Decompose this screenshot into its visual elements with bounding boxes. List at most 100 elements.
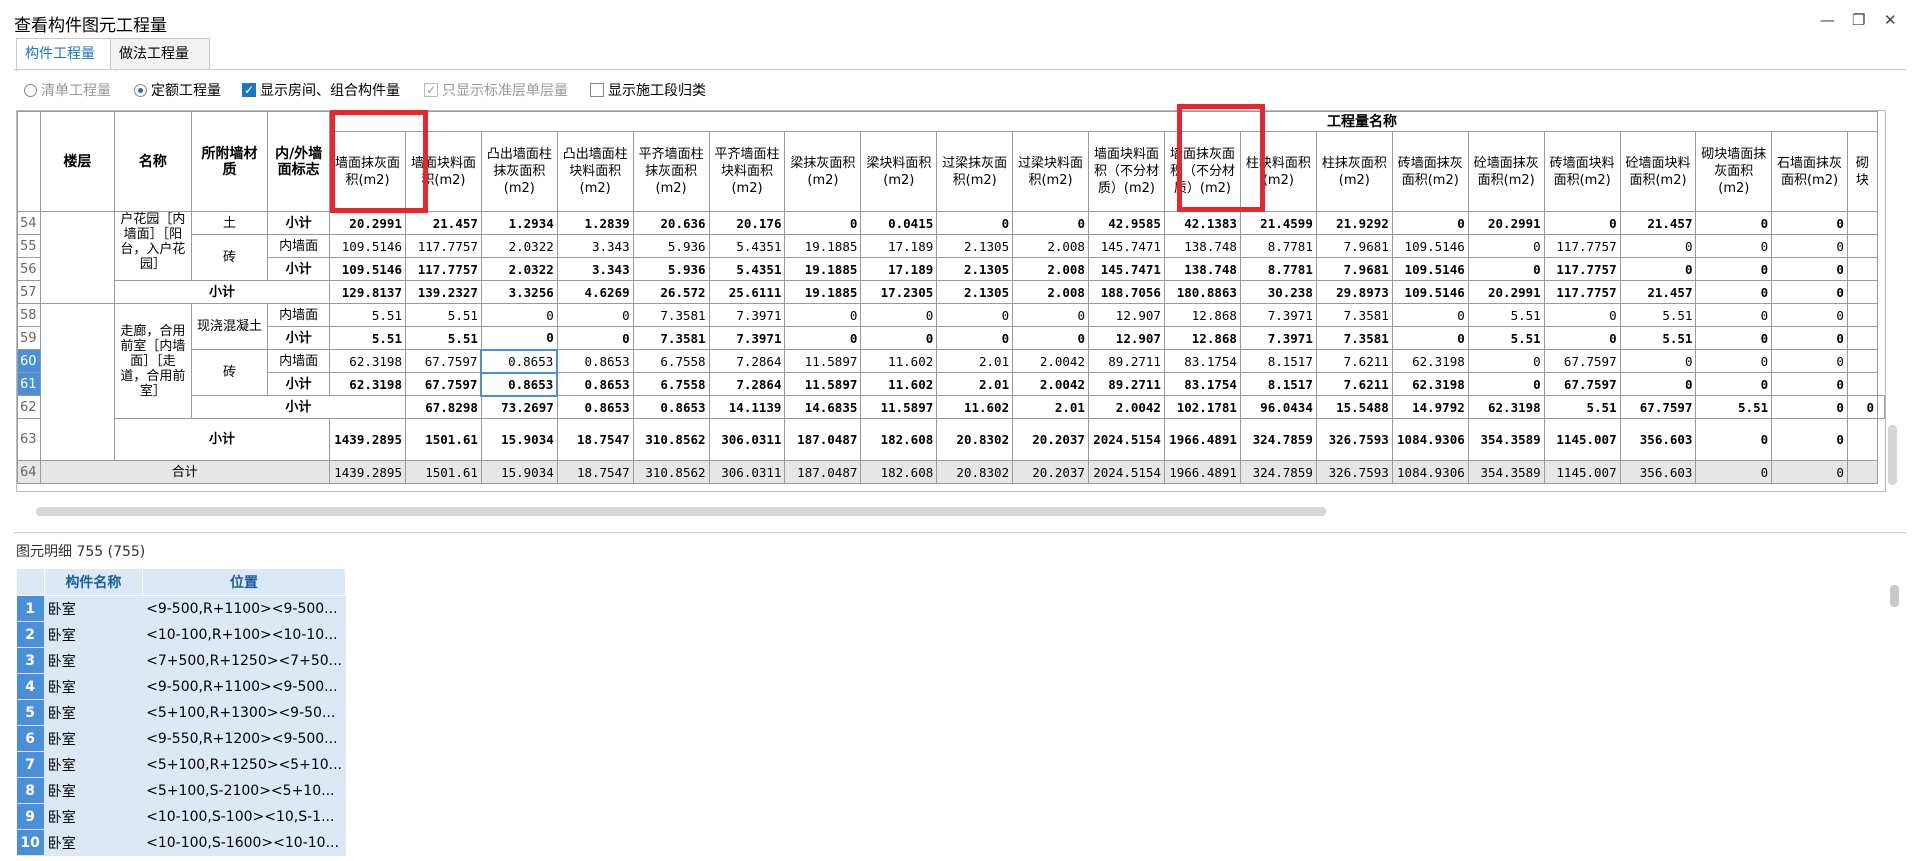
value-cell[interactable]: 18.7547 — [556, 460, 634, 484]
value-cell[interactable]: 67.8298 — [404, 395, 482, 419]
detail-row[interactable]: 7 卧室 <5+100,R+1250><5+10... — [16, 751, 346, 778]
value-cell[interactable]: 67.7597 — [1619, 395, 1697, 419]
value-cell[interactable] — [1877, 395, 1885, 419]
value-cell[interactable]: 7.3971 — [708, 326, 786, 350]
value-cell[interactable]: 12.868 — [1163, 326, 1241, 350]
value-cell[interactable] — [1846, 211, 1879, 235]
value-cell[interactable]: 21.9292 — [1315, 211, 1393, 235]
value-cell[interactable]: 6.7558 — [632, 372, 710, 396]
value-cell[interactable]: 306.0311 — [708, 460, 786, 484]
value-cell[interactable]: 102.1781 — [1163, 395, 1241, 419]
column-header[interactable]: 过梁块料面积(m2) — [1012, 131, 1089, 212]
value-cell[interactable]: 188.7056 — [1087, 280, 1165, 304]
table-row[interactable]: 56 小计 109.5146 117.7757 2.0322 3.343 5.936 5.… — [17, 257, 1885, 281]
value-cell[interactable]: 7.3581 — [1315, 326, 1393, 350]
value-cell[interactable]: 5.4351 — [708, 234, 786, 258]
value-cell[interactable]: 20.8302 — [936, 460, 1014, 484]
value-cell[interactable]: 83.1754 — [1163, 372, 1241, 396]
value-cell[interactable]: 324.7859 — [1239, 460, 1317, 484]
value-cell[interactable]: 0 — [1771, 326, 1848, 350]
header-wall-material[interactable]: 所附墙材质 — [190, 111, 269, 212]
value-cell[interactable] — [1846, 372, 1879, 396]
value-cell[interactable]: 14.1139 — [708, 395, 786, 419]
value-cell[interactable]: 138.748 — [1163, 234, 1241, 258]
value-cell[interactable]: 0 — [1771, 257, 1848, 281]
value-cell[interactable]: 5.936 — [632, 234, 710, 258]
value-cell[interactable]: 0 — [1771, 234, 1848, 258]
value-cell[interactable]: 26.572 — [632, 280, 710, 304]
value-cell[interactable]: 0 — [860, 303, 938, 327]
value-cell[interactable]: 145.7471 — [1087, 257, 1165, 281]
value-cell[interactable]: 0 — [1467, 257, 1545, 281]
value-cell[interactable]: 182.608 — [860, 418, 938, 461]
detail-row[interactable]: 8 卧室 <5+100,S-2100><5+10... — [16, 777, 346, 804]
value-cell[interactable] — [1846, 349, 1879, 373]
value-cell[interactable]: 2024.5154 — [1087, 418, 1165, 461]
value-cell[interactable]: 7.6211 — [1315, 349, 1393, 373]
value-cell[interactable]: 2.0322 — [480, 234, 558, 258]
detail-row[interactable]: 4 卧室 <9-500,R+1100><9-500... — [16, 673, 346, 700]
column-header[interactable]: 砖墙面抹灰面积(m2) — [1391, 131, 1469, 212]
value-cell[interactable]: 0 — [936, 326, 1014, 350]
value-cell[interactable]: 29.8973 — [1315, 280, 1393, 304]
value-cell[interactable]: 0 — [936, 303, 1014, 327]
value-cell[interactable]: 117.7757 — [1543, 280, 1621, 304]
value-cell[interactable]: 2.0042 — [1087, 395, 1165, 419]
value-cell[interactable]: 326.7593 — [1315, 460, 1393, 484]
value-cell[interactable]: 0 — [784, 303, 862, 327]
value-cell[interactable]: 20.2991 — [1467, 280, 1545, 304]
value-cell[interactable]: 89.2711 — [1087, 372, 1165, 396]
value-cell[interactable]: 0 — [1771, 460, 1848, 484]
value-cell[interactable]: 5.51 — [1543, 395, 1621, 419]
value-cell[interactable]: 20.176 — [708, 211, 786, 235]
value-cell[interactable]: 42.1383 — [1163, 211, 1241, 235]
value-cell[interactable]: 20.8302 — [936, 418, 1014, 461]
value-cell[interactable]: 73.2697 — [480, 395, 558, 419]
value-cell[interactable]: 109.5146 — [1391, 280, 1469, 304]
table-row[interactable]: 54 户花园［内墙面］［阳台，入户花园］ 土 小计 20.2991 21.457 1… — [17, 211, 1885, 304]
value-cell[interactable]: 83.1754 — [1163, 349, 1241, 373]
value-cell[interactable]: 0 — [1771, 211, 1848, 235]
value-cell[interactable]: 0 — [1619, 234, 1697, 258]
value-cell[interactable]: 0 — [1846, 395, 1879, 419]
detail-vertical-scrollbar[interactable] — [1890, 585, 1899, 607]
value-cell[interactable]: 1501.61 — [404, 460, 482, 484]
close-icon[interactable]: ✕ — [1884, 11, 1897, 29]
value-cell[interactable]: 109.5146 — [1391, 234, 1469, 258]
column-header[interactable]: 砖墙面块料面积(m2) — [1543, 131, 1621, 212]
value-cell[interactable]: 0 — [1771, 280, 1848, 304]
header-name[interactable]: 名称 — [114, 111, 192, 212]
detail-row[interactable]: 3 卧室 <7+500,R+1250><7+50... — [16, 647, 346, 674]
value-cell[interactable]: 2.01 — [936, 349, 1014, 373]
value-cell[interactable]: 5.51 — [1695, 395, 1773, 419]
value-cell[interactable]: 0 — [1391, 211, 1469, 235]
detail-row[interactable]: 2 卧室 <10-100,R+100><10-10... — [16, 621, 346, 648]
detail-row[interactable]: 1 卧室 <9-500,R+1100><9-500... — [16, 595, 346, 622]
value-cell[interactable]: 109.5146 — [329, 234, 406, 258]
value-cell[interactable]: 7.2864 — [708, 349, 786, 373]
value-cell[interactable]: 0 — [556, 326, 634, 350]
value-cell[interactable]: 2.1305 — [936, 280, 1014, 304]
value-cell[interactable]: 11.5897 — [860, 395, 938, 419]
value-cell[interactable]: 0 — [480, 326, 558, 350]
value-cell[interactable]: 21.457 — [404, 211, 482, 235]
value-cell[interactable]: 19.1885 — [784, 234, 862, 258]
value-cell[interactable]: 21.457 — [1619, 211, 1697, 235]
value-cell[interactable]: 20.2991 — [1467, 211, 1545, 235]
value-cell[interactable]: 2.01 — [936, 372, 1014, 396]
value-cell[interactable]: 0 — [1695, 280, 1773, 304]
value-cell[interactable]: 139.2327 — [404, 280, 482, 304]
value-cell[interactable]: 0 — [1771, 418, 1848, 461]
value-cell[interactable]: 7.3971 — [1239, 303, 1317, 327]
value-cell[interactable]: 12.907 — [1087, 326, 1165, 350]
value-cell[interactable]: 2.0322 — [480, 257, 558, 281]
value-cell[interactable]: 12.907 — [1087, 303, 1165, 327]
value-cell[interactable]: 7.3971 — [708, 303, 786, 327]
restore-icon[interactable]: ❐ — [1852, 11, 1865, 29]
value-cell[interactable]: 21.4599 — [1239, 211, 1317, 235]
table-row[interactable]: 62 小计 67.8298 73.2697 0.8653 0.8653 14.1139 1… — [17, 395, 1885, 419]
value-cell[interactable]: 30.238 — [1239, 280, 1317, 304]
value-cell[interactable]: 5.51 — [329, 326, 406, 350]
value-cell[interactable]: 0 — [1695, 349, 1773, 373]
value-cell[interactable]: 67.7597 — [404, 372, 482, 396]
